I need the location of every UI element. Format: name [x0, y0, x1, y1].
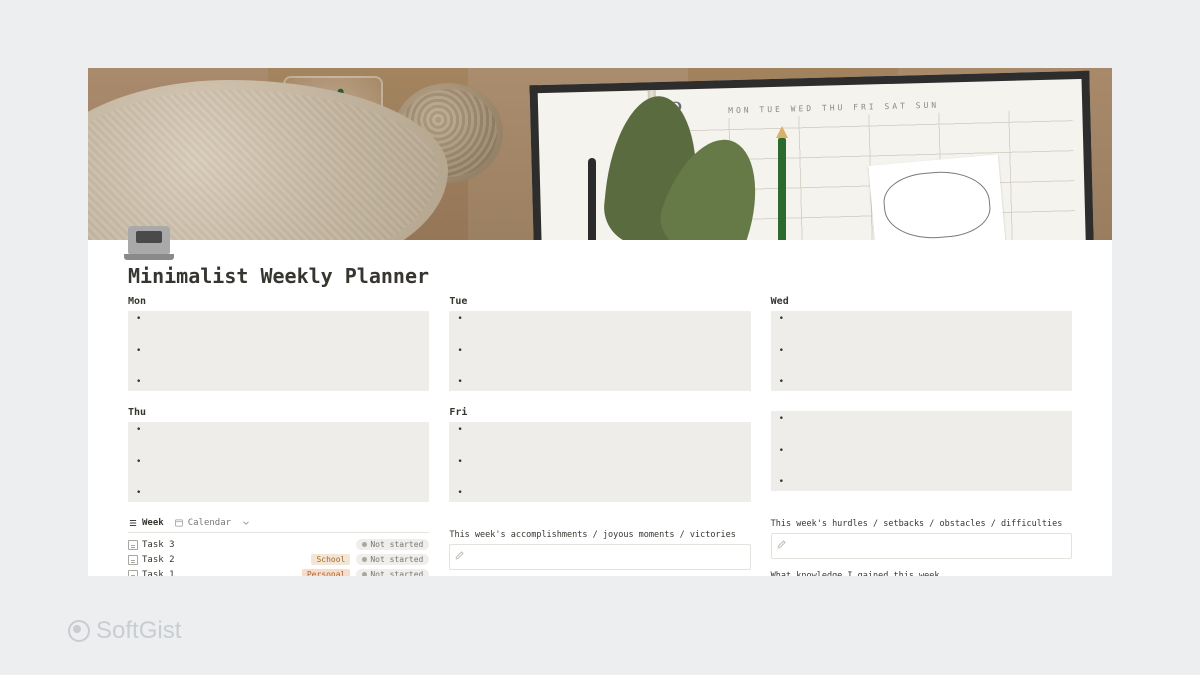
cover-paper	[868, 155, 1005, 240]
table-row[interactable]: Task 3 Not started	[128, 537, 429, 552]
tab-more[interactable]	[241, 518, 251, 528]
brand-text: SoftGist	[96, 617, 181, 645]
task-title: Task 1	[142, 570, 175, 577]
day-box-fri[interactable]: • • •	[449, 422, 750, 502]
day-box-tue[interactable]: • • •	[449, 311, 750, 391]
day-label-mon[interactable]: Mon	[128, 296, 429, 307]
tab-label: Week	[142, 518, 164, 528]
column-1: Mon • • • Thu • • • Week Calendar	[128, 296, 429, 576]
column-3: Wed • • • • • • This week's hurdles / se…	[771, 296, 1072, 576]
section-heading[interactable]: This week's accomplishments / joyous mom…	[449, 530, 750, 540]
calendar-icon	[174, 518, 184, 528]
day-label-wed[interactable]: Wed	[771, 296, 1072, 307]
tag-personal[interactable]: Personal	[302, 569, 351, 576]
brand-icon	[68, 620, 90, 642]
day-label-thu[interactable]: Thu	[128, 407, 429, 418]
page-icon	[128, 555, 138, 565]
cover-image[interactable]: 8 MON TUE WED THU FRI SAT SUN	[88, 68, 1112, 240]
day-box-mon[interactable]: • • •	[128, 311, 429, 391]
day-box-extra[interactable]: • • •	[771, 411, 1072, 491]
tag-school[interactable]: School	[311, 554, 350, 565]
tab-week[interactable]: Week	[128, 518, 164, 528]
status-badge[interactable]: Not started	[356, 554, 429, 565]
page-title[interactable]: Minimalist Weekly Planner	[128, 264, 429, 288]
cover-pen	[588, 158, 596, 240]
column-2: Tue • • • Fri • • • This week's accompli…	[449, 296, 750, 576]
page-icon-laptop[interactable]	[128, 226, 170, 254]
task-title: Task 3	[142, 540, 175, 550]
page-icon	[128, 540, 138, 550]
list-icon	[128, 518, 138, 528]
tab-label: Calendar	[188, 518, 231, 528]
section-heading[interactable]: What knowledge I gained this week	[771, 571, 1072, 576]
edit-icon	[454, 549, 466, 561]
day-label-tue[interactable]: Tue	[449, 296, 750, 307]
content-grid: Mon • • • Thu • • • Week Calendar	[128, 296, 1072, 576]
cover-pencil	[778, 138, 786, 240]
note-block[interactable]	[449, 544, 750, 570]
day-box-wed[interactable]: • • •	[771, 311, 1072, 391]
database-view-tabs: Week Calendar	[128, 518, 429, 533]
note-block[interactable]	[771, 533, 1072, 559]
status-badge[interactable]: Not started	[356, 539, 429, 550]
brand-watermark: SoftGist	[68, 617, 181, 645]
notion-page: 8 MON TUE WED THU FRI SAT SUN Minimalist…	[88, 68, 1112, 576]
page-icon	[128, 570, 138, 577]
edit-icon	[776, 538, 788, 550]
status-badge[interactable]: Not started	[356, 569, 429, 576]
day-box-thu[interactable]: • • •	[128, 422, 429, 502]
day-label-fri[interactable]: Fri	[449, 407, 750, 418]
table-row[interactable]: Task 2 School Not started	[128, 552, 429, 567]
tab-calendar[interactable]: Calendar	[174, 518, 231, 528]
task-title: Task 2	[142, 555, 175, 565]
table-row[interactable]: Task 1 Personal Not started	[128, 567, 429, 576]
section-heading[interactable]: This week's hurdles / setbacks / obstacl…	[771, 519, 1072, 529]
chevron-down-icon	[241, 518, 251, 528]
